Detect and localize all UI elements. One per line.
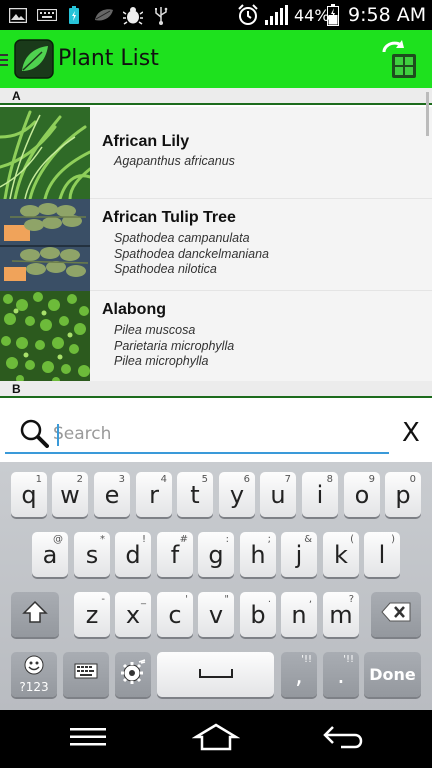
- navigation-bar: [0, 710, 432, 768]
- keyboard: 1q 2w 3e 4r 5t 6y 7u 8i 9o 0p @ a * s ! d #…: [0, 462, 432, 710]
- key-d[interactable]: ! d: [115, 532, 151, 577]
- done-key[interactable]: Done: [364, 652, 421, 697]
- keyboard-icon: [36, 5, 58, 25]
- search-bar: X: [0, 398, 432, 462]
- app-bar: Plant List: [0, 30, 432, 88]
- symbols-key-label: ?123: [19, 680, 49, 694]
- key-c[interactable]: ' c: [157, 592, 193, 637]
- settings-key[interactable]: [115, 652, 151, 697]
- plant-scientific-names: Pilea muscosa Parietaria microphylla Pil…: [114, 323, 234, 370]
- scientific-name: Spathodea danckelmaniana: [114, 246, 269, 261]
- keyboard-switch-key[interactable]: [63, 652, 109, 697]
- bug-icon: [122, 5, 144, 25]
- period-key[interactable]: '!!.: [323, 652, 359, 697]
- key-r[interactable]: 4r: [136, 472, 172, 517]
- gear-icon: [120, 659, 146, 690]
- image-icon: [8, 5, 28, 25]
- plant-name: Alabong: [102, 301, 166, 318]
- key-y[interactable]: 6y: [219, 472, 255, 517]
- section-header: A: [0, 88, 432, 105]
- keyboard-icon: [74, 663, 98, 686]
- scientific-name: Spathodea campanulata: [114, 231, 250, 245]
- key-w[interactable]: 2w: [52, 472, 88, 517]
- plant-thumbnail: [0, 291, 90, 383]
- key-z[interactable]: -z: [74, 592, 110, 637]
- sync-grid-icon[interactable]: [378, 38, 418, 80]
- symbols-key[interactable]: ?123: [11, 652, 57, 697]
- menu-button[interactable]: [58, 722, 118, 756]
- menu-icon: [68, 726, 108, 753]
- key-v[interactable]: " v: [198, 592, 234, 637]
- key-t[interactable]: 5t: [177, 472, 213, 517]
- key-l[interactable]: ) l: [364, 532, 400, 577]
- key-q[interactable]: 1q: [11, 472, 47, 517]
- battery-charge-icon: [66, 5, 82, 25]
- home-icon: [191, 723, 241, 756]
- backspace-icon: [381, 602, 411, 627]
- space-key[interactable]: [157, 652, 274, 697]
- list-item[interactable]: Alabong Pilea muscosa Parietaria microph…: [0, 291, 432, 383]
- status-time: 9:58 AM: [348, 4, 427, 26]
- leaf-logo-icon[interactable]: [14, 39, 54, 79]
- plant-name: African Tulip Tree: [102, 209, 236, 226]
- text-cursor: [57, 424, 59, 446]
- key-a[interactable]: @ a: [32, 532, 68, 577]
- plant-scientific-names: Agapanthus africanus: [114, 154, 235, 170]
- section-header: B: [0, 381, 432, 398]
- smiley-icon: [24, 655, 44, 680]
- alarm-icon: [236, 4, 260, 25]
- space-icon: [198, 666, 234, 684]
- home-button[interactable]: [186, 722, 246, 756]
- key-o[interactable]: 9o: [344, 472, 380, 517]
- back-icon: [321, 723, 367, 756]
- key-x[interactable]: _ x: [115, 592, 151, 637]
- scientific-name: Pilea muscosa: [114, 323, 196, 337]
- backspace-key[interactable]: [371, 592, 421, 637]
- key-e[interactable]: 3e: [94, 472, 130, 517]
- plant-thumbnail: [0, 107, 90, 199]
- battery-percent: 44%: [294, 6, 330, 25]
- search-icon: [19, 418, 49, 448]
- scientific-name: Agapanthus africanus: [114, 154, 235, 168]
- key-s[interactable]: * s: [74, 532, 110, 577]
- plant-thumbnail: [0, 199, 90, 291]
- key-g[interactable]: :g: [198, 532, 234, 577]
- list-item[interactable]: African Lily Agapanthus africanus: [0, 107, 432, 199]
- key-m[interactable]: ? m: [323, 592, 359, 637]
- leaf-icon: [92, 5, 116, 25]
- clear-search-button[interactable]: X: [402, 418, 420, 448]
- battery-icon: [326, 4, 340, 26]
- scientific-name: Pilea microphylla: [114, 354, 209, 368]
- key-f[interactable]: # f: [157, 532, 193, 577]
- page-title: Plant List: [58, 46, 159, 71]
- key-u[interactable]: 7u: [260, 472, 296, 517]
- scientific-name: Spathodea nilotica: [114, 262, 217, 276]
- key-j[interactable]: & j: [281, 532, 317, 577]
- list-item[interactable]: African Tulip Tree Spathodea campanulata…: [0, 199, 432, 291]
- section-letter: A: [12, 89, 21, 103]
- shift-icon: [22, 600, 48, 629]
- usb-icon: [152, 5, 170, 25]
- drawer-indicator-icon[interactable]: [0, 52, 10, 68]
- key-i[interactable]: 8i: [302, 472, 338, 517]
- plant-name: African Lily: [102, 133, 190, 150]
- key-n[interactable]: ,n: [281, 592, 317, 637]
- key-h[interactable]: ; h: [240, 532, 276, 577]
- key-p[interactable]: 0p: [385, 472, 421, 517]
- scientific-name: Parietaria microphylla: [114, 338, 235, 353]
- comma-key[interactable]: '!!,: [281, 652, 317, 697]
- plant-scientific-names: Spathodea campanulata Spathodea danckelm…: [114, 231, 269, 278]
- plant-list[interactable]: A African Lily Agapanthus africanus Afri…: [0, 88, 432, 398]
- key-k[interactable]: (k: [323, 532, 359, 577]
- scrollbar[interactable]: [426, 92, 429, 136]
- key-b[interactable]: .b: [240, 592, 276, 637]
- search-field[interactable]: [5, 412, 389, 454]
- status-bar: 44% 9:58 AM: [0, 0, 432, 30]
- signal-icon: [264, 5, 290, 25]
- screen: 44% 9:58 AM Plant List A African Lily Ag…: [0, 0, 432, 768]
- section-letter: B: [12, 382, 21, 396]
- back-button[interactable]: [314, 722, 374, 756]
- search-input[interactable]: [53, 422, 373, 446]
- shift-key[interactable]: [11, 592, 59, 637]
